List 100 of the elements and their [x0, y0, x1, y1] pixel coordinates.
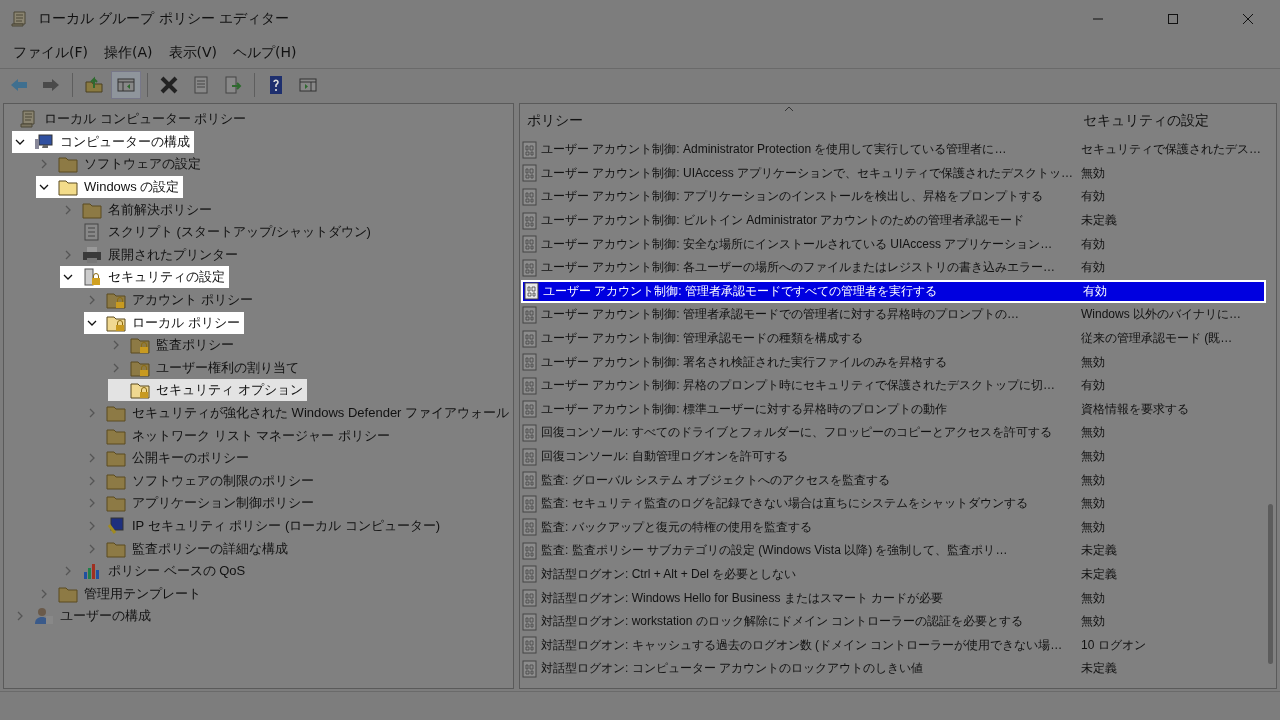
tree-item[interactable]: 管理用テンプレート [36, 582, 205, 605]
setting-cell: 無効 [1081, 518, 1105, 536]
tree-item[interactable]: セキュリティが強化された Windows Defender ファイアウォール [84, 402, 513, 424]
folder-icon [106, 539, 126, 558]
policy-row[interactable]: 監査: グローバル システム オブジェクトへのアクセスを監査する 無効 [521, 468, 1266, 492]
menu-item[interactable]: 操作(A) [96, 42, 161, 64]
tree-item[interactable]: セキュリティの設定 [60, 266, 229, 289]
policy-cell-text: 監査: グローバル システム オブジェクトへのアクセスを監査する [541, 471, 892, 489]
policy-cell-text: ユーザー アカウント制御: UIAccess アプリケーションで、セキュリティで保護されたデスクトッ… [541, 164, 1074, 182]
tree-item[interactable]: 監査ポリシーの詳細な構成 [84, 537, 292, 560]
setting-cell: 資格情報を要求する [1081, 400, 1189, 418]
policy-row[interactable]: ユーザー アカウント制御: UIAccess アプリケーションで、セキュリティで保護されたデスクトッ… 無効 [521, 161, 1266, 186]
setting-cell: 無効 [1081, 353, 1105, 371]
policy-row[interactable]: 監査: バックアップと復元の特権の使用を監査する 無効 [521, 515, 1266, 540]
tree-item[interactable]: 展開されたプリンター [60, 243, 242, 266]
lock-folder-icon [106, 291, 126, 310]
setting-cell: 未定義 [1081, 212, 1117, 230]
policy-row[interactable]: ユーザー アカウント制御: 管理者承認モードでの管理者に対する昇格時のプロンプトの… Windows 以外のバイナリに… [521, 303, 1266, 327]
column-header[interactable]: セキュリティの設定 [1079, 112, 1209, 130]
lock-folder-icon [130, 381, 150, 400]
tree-item[interactable]: ソフトウェアの設定 [36, 153, 205, 176]
bar-chart-icon [82, 562, 102, 581]
tree-item[interactable]: Windows の設定 [36, 176, 184, 199]
printer-icon [82, 245, 102, 264]
folder-icon [106, 404, 126, 422]
policy-row[interactable]: 対話型ログオン: キャッシュする過去のログオン数 (ドメイン コントローラーが使用できない場… 10 ログオン [521, 633, 1266, 658]
policy-cell-text: ユーザー アカウント制御: ビルトイン Administrator アカウントのための管理者承認モード [541, 212, 1026, 230]
close-icon[interactable] [1242, 13, 1254, 25]
setting-cell: 無効 [1081, 589, 1105, 607]
action-pane-icon [298, 75, 318, 95]
tree-item[interactable]: 名前解決ポリシー [60, 198, 216, 221]
tree-item[interactable]: コンピューターの構成 [12, 130, 194, 153]
folder-icon [106, 426, 126, 445]
folder-icon [58, 155, 78, 174]
policy-row[interactable]: 対話型ログオン: Windows Hello for Business またはスマート カードが必要 無効 [521, 586, 1266, 610]
maximize-icon[interactable] [1167, 13, 1179, 25]
policy-row[interactable]: ユーザー アカウント制御: 管理承認モードの種類を構成する 従来の管理承認モード (既… [521, 326, 1266, 351]
tree-item[interactable]: ローカル コンピューター ポリシー [16, 108, 251, 131]
setting-cell: 有効 [1083, 282, 1107, 300]
folder-icon [106, 494, 126, 513]
policy-row[interactable]: ユーザー アカウント制御: アプリケーションのインストールを検出し、昇格をプロンプトする 有効 [521, 185, 1266, 209]
folder-icon [106, 449, 126, 468]
setting-cell: Windows 以外のバイナリに… [1081, 306, 1241, 324]
tree-item[interactable]: 公開キーのポリシー [84, 447, 253, 470]
policy-cell-text: 対話型ログオン: Windows Hello for Business またはスマート カードが必要 [541, 589, 945, 607]
setting-cell: 未定義 [1081, 542, 1117, 560]
tree-item[interactable]: ユーザーの構成 [12, 605, 155, 628]
policy-row[interactable]: ユーザー アカウント制御: 標準ユーザーに対する昇格時のプロンプトの動作 資格情報を要求する [521, 397, 1266, 422]
policy-row[interactable]: 監査: セキュリティ監査のログを記録できない場合は直ちにシステムをシャットダウンする 無効 [521, 491, 1266, 516]
column-header[interactable]: ポリシー [521, 112, 1079, 130]
folder-icon [58, 584, 78, 603]
scroll-icon [10, 10, 28, 28]
tree-item[interactable]: ローカル ポリシー [84, 311, 244, 334]
policy-row[interactable]: ユーザー アカウント制御: 管理者承認モードですべての管理者を実行する 有効 [521, 279, 1266, 304]
tree-item[interactable]: IP セキュリティ ポリシー (ローカル コンピューター) [84, 515, 445, 537]
tree-item[interactable]: アプリケーション制御ポリシー [84, 492, 318, 515]
tree-item[interactable]: ユーザー権利の割り当て [108, 356, 303, 379]
policy-row[interactable]: 監査: 監査ポリシー サブカテゴリの設定 (Windows Vista 以降) を強制して、監査ポリ… 未定義 [521, 539, 1266, 563]
tree-item[interactable]: セキュリティ オプション [108, 379, 307, 402]
tree-item[interactable]: ネットワーク リスト マネージャー ポリシー [84, 424, 394, 447]
tree-item[interactable]: ポリシー ベースの QoS [60, 560, 250, 583]
tree-item[interactable]: ソフトウェアの制限のポリシー [84, 469, 318, 492]
setting-cell: 無効 [1081, 448, 1105, 465]
tree-item[interactable]: アカウント ポリシー [84, 289, 257, 312]
tree-item[interactable]: スクリプト (スタートアップ/シャットダウン) [60, 221, 375, 244]
setting-cell: 従来の管理承認モード (既… [1081, 330, 1233, 348]
menu-item[interactable]: ヘルプ(H) [225, 42, 305, 64]
setting-cell: 無効 [1081, 613, 1105, 631]
setting-cell: 有効 [1081, 188, 1105, 206]
policy-cell-text: 対話型ログオン: コンピューター アカウントのロックアウトのしきい値 [541, 660, 924, 678]
setting-cell: 有効 [1081, 259, 1105, 277]
folder-icon [58, 178, 78, 197]
policy-cell-text: ユーザー アカウント制御: 安全な場所にインストールされている UIAccess アプリケーション… [541, 235, 1054, 253]
policy-cell-text: ユーザー アカウント制御: Administrator Protection を使用して実行している管理者に… [541, 141, 1008, 159]
policy-row[interactable]: 回復コンソール: すべてのドライブとフォルダーに、フロッピーのコピーとアクセスを許可する 無効 [521, 421, 1266, 445]
policy-cell-text: 監査: バックアップと復元の特権の使用を監査する [541, 518, 813, 536]
policy-row[interactable]: 対話型ログオン: workstation のロック解除にドメイン コントローラーの認証を必要とする 無効 [521, 609, 1266, 634]
policy-cell-text: ユーザー アカウント制御: 各ユーザーの場所へのファイルまたはレジストリの書き込みエラー… [541, 259, 1056, 277]
policy-row[interactable]: ユーザー アカウント制御: ビルトイン Administrator アカウントのための管理者承認モード 未定義 [521, 208, 1266, 233]
policy-row[interactable]: ユーザー アカウント制御: 昇格のプロンプト時にセキュリティで保護されたデスクトップに切… 有効 [521, 373, 1266, 398]
policy-row[interactable]: ユーザー アカウント制御: 安全な場所にインストールされている UIAccess アプリケーション… 有効 [521, 232, 1266, 256]
tree-item[interactable]: 監査ポリシー [108, 334, 238, 357]
policy-row[interactable]: ユーザー アカウント制御: 各ユーザーの場所へのファイルまたはレジストリの書き込みエラー… 有効 [521, 255, 1266, 280]
policy-row[interactable]: 回復コンソール: 自動管理ログオンを許可する 無効 [521, 444, 1266, 469]
policy-cell-text: 監査: セキュリティ監査のログを記録できない場合は直ちにシステムをシャットダウンする [541, 495, 1029, 513]
menu-item[interactable]: 表示(V) [160, 42, 225, 64]
policy-row[interactable]: ユーザー アカウント制御: Administrator Protection を使用して実行している管理者に… セキュリティで保護されたデス… [521, 138, 1266, 162]
scrollbar-thumb[interactable] [1268, 504, 1273, 664]
policy-row[interactable]: 対話型ログオン: Ctrl + Alt + Del を必要としない 未定義 [521, 562, 1266, 587]
console-tree-icon [116, 75, 136, 95]
lock-folder-icon [130, 358, 150, 377]
setting-cell: 無効 [1081, 495, 1105, 513]
policy-row[interactable]: ユーザー アカウント制御: 署名され検証された実行ファイルのみを昇格する 無効 [521, 350, 1266, 374]
policy-cell-text: ユーザー アカウント制御: 管理者承認モードですべての管理者を実行する [543, 282, 938, 300]
policy-icon [523, 282, 541, 301]
policy-row[interactable]: 対話型ログオン: コンピューター アカウントのロックアウトのしきい値 未定義 [521, 657, 1266, 681]
up-folder-icon [84, 75, 104, 95]
menu-item[interactable]: ファイル(F) [5, 42, 96, 64]
policy-cell-text: ユーザー アカウント制御: 標準ユーザーに対する昇格時のプロンプトの動作 [541, 400, 948, 418]
folder-icon [106, 471, 126, 490]
